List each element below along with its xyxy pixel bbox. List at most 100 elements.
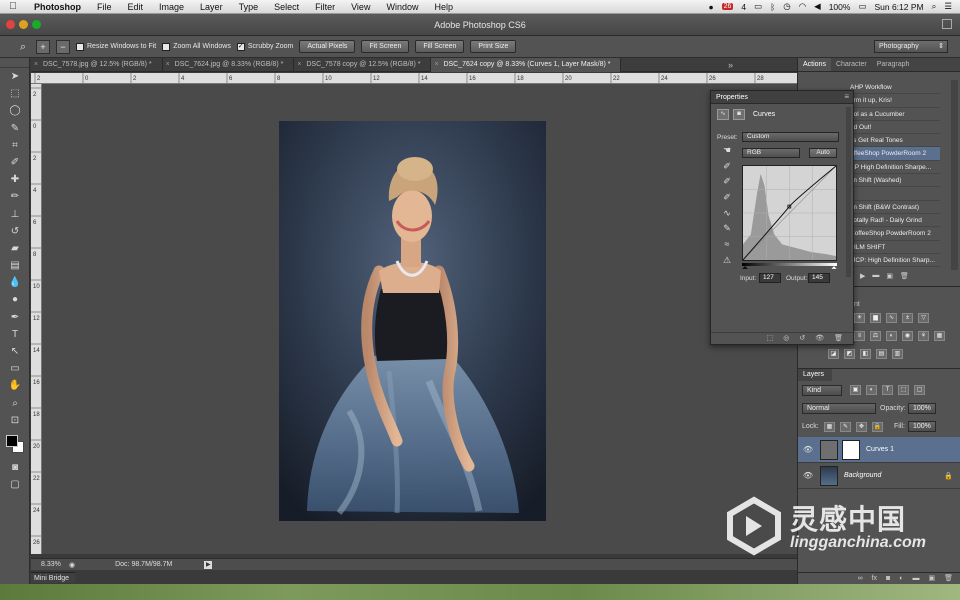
default-colors-icon[interactable]: ⊡ [0,412,30,429]
lock-position-icon[interactable]: ✥ [856,422,867,432]
history-brush-tool-icon[interactable]: ↺ [0,223,30,240]
menu-filter[interactable]: Filter [307,2,343,12]
fullscreen-icon[interactable] [942,19,952,29]
lock-image-icon[interactable]: ✎ [840,422,851,432]
battery-icon[interactable]: ▭ [858,1,866,12]
marquee-tool-icon[interactable]: ⬚ [0,85,30,102]
wifi-icon[interactable]: ◠ [799,1,806,12]
pen-tool-icon[interactable]: ✒ [0,309,30,326]
layer-mask-thumbnail[interactable] [842,439,860,460]
fill-screen-button[interactable]: Fill Screen [415,40,465,53]
resize-windows-checkbox[interactable] [76,42,84,51]
notification-icon[interactable]: ● [708,2,713,12]
zoom-all-windows-checkbox[interactable] [162,42,171,51]
photo-filter-icon[interactable]: ◉ [902,331,913,341]
document-canvas[interactable] [42,84,797,554]
lock-all-icon[interactable]: 🔒 [872,422,883,432]
more-tabs-icon[interactable]: » [728,58,733,72]
tab-dsc-7578-copy[interactable]: × DSC_7578 copy @ 12.5% (RGB/8) * [294,58,432,72]
vibrance-icon[interactable]: ▽ [918,313,929,323]
filter-type-icon[interactable]: T [882,385,893,395]
curves-graph[interactable] [742,165,837,261]
tools-panel-grip[interactable] [0,58,29,68]
menu-window[interactable]: Window [378,2,426,12]
actual-pixels-button[interactable]: Actual Pixels [299,40,356,53]
color-lookup-icon[interactable]: ▦ [934,331,945,341]
fill-field[interactable]: 100% [908,421,936,432]
hue-saturation-icon[interactable]: ≡ [854,331,865,341]
blur-tool-icon[interactable]: 💧 [0,274,30,291]
workspace-switcher[interactable]: Photography [874,40,948,53]
resize-windows-option[interactable]: Resize Windows to Fit [76,42,156,51]
channel-select[interactable]: RGB [742,148,800,158]
levels-icon[interactable]: ▆ [870,313,881,323]
input-field[interactable]: 127 [759,273,781,283]
time-machine-icon[interactable]: ◷ [783,1,790,12]
filter-shape-icon[interactable]: ⬚ [898,385,909,395]
delete-layer-icon[interactable]: 🗑 [944,573,953,584]
tab-character[interactable]: Character [831,58,872,71]
play-action-icon[interactable]: ▶ [860,272,865,283]
preset-select[interactable]: Custom [742,132,839,142]
action-item[interactable]: MCP: High Definition Sharp... [850,254,940,268]
action-item[interactable]: CP High Definition Sharpe... [850,161,940,175]
dodge-tool-icon[interactable]: ● [0,291,30,308]
mini-bridge-tab[interactable]: Mini Bridge [31,572,75,583]
layer-filter-select[interactable]: Kind [802,385,842,396]
exposure-icon[interactable]: ± [902,313,913,323]
scrubby-zoom-checkbox[interactable]: ✓ [236,42,245,51]
tab-layers[interactable]: Layers [798,369,832,381]
menu-edit[interactable]: Edit [120,2,152,12]
tab-dsc-7624-copy[interactable]: × DSC_7624 copy @ 8.33% (Curves 1, Layer … [431,58,622,72]
mask-icon[interactable]: ◙ [733,109,745,120]
actions-scrollbar[interactable] [951,80,958,270]
healing-brush-tool-icon[interactable]: ✚ [0,171,30,188]
menu-type[interactable]: Type [231,2,267,12]
selective-color-icon[interactable]: ▥ [892,349,903,359]
minimize-window-button[interactable] [19,20,28,29]
zoom-in-icon[interactable]: + [36,39,50,54]
filter-adjustment-icon[interactable]: ◐ [866,385,877,395]
close-tab-icon[interactable]: × [434,58,438,72]
clone-stamp-tool-icon[interactable]: ⊥ [0,206,30,223]
status-badge[interactable]: 26 [721,3,734,10]
eraser-tool-icon[interactable]: ▰ [0,240,30,257]
properties-scrollbar[interactable] [846,107,851,277]
layer-row-background[interactable]: 👁 Background 🔒 [798,463,960,489]
menu-app-name[interactable]: Photoshop [26,2,89,12]
battery-percent[interactable]: 100% [829,2,851,12]
channel-mixer-icon[interactable]: ⚘ [918,331,929,341]
properties-title[interactable]: Properties [711,91,853,104]
status-count[interactable]: 4 [741,2,746,12]
threshold-icon[interactable]: ◧ [860,349,871,359]
clock[interactable]: Sun 6:12 PM [874,2,923,12]
layer-name[interactable]: Curves 1 [866,446,894,453]
black-point-eyedropper-icon[interactable]: ✐ [719,161,735,177]
curves-adjustment-icon[interactable]: ∿ [717,109,729,120]
tab-actions[interactable]: Actions [798,58,831,71]
panel-menu-icon[interactable]: ≡ [844,92,849,101]
screen-mode-icon[interactable]: ▢ [0,476,30,493]
invert-icon[interactable]: ◪ [828,349,839,359]
clip-to-layer-icon[interactable]: ⬚ [767,333,774,344]
status-menu-icon[interactable]: ▶ [204,560,213,569]
delete-adjustment-icon[interactable]: 🗑 [834,333,843,344]
add-mask-icon[interactable]: ◙ [886,573,890,584]
view-previous-icon[interactable]: ◎ [783,333,789,344]
opacity-field[interactable]: 100% [908,403,936,414]
eyedropper-tool-icon[interactable]: ✐ [0,154,30,171]
foreground-color-swatch[interactable] [6,434,18,447]
output-field[interactable]: 145 [808,273,830,283]
bluetooth-icon[interactable]: ᛒ [770,2,775,12]
zoom-tool-icon[interactable]: ⌕ [0,395,30,412]
posterize-icon[interactable]: ◩ [844,349,855,359]
brush-tool-icon[interactable]: ✏ [0,188,30,205]
lock-transparent-icon[interactable]: ▦ [824,422,835,432]
action-item[interactable]: ool as a Cucumber [850,108,940,121]
crop-tool-icon[interactable]: ⌗ [0,137,30,154]
targeted-adjustment-icon[interactable]: ☚ [719,145,735,161]
action-item[interactable]: t's Get Real Tones [850,134,940,148]
menu-file[interactable]: File [89,2,120,12]
lasso-tool-icon[interactable]: ◯ [0,102,30,119]
new-layer-icon[interactable]: ▣ [928,573,935,584]
